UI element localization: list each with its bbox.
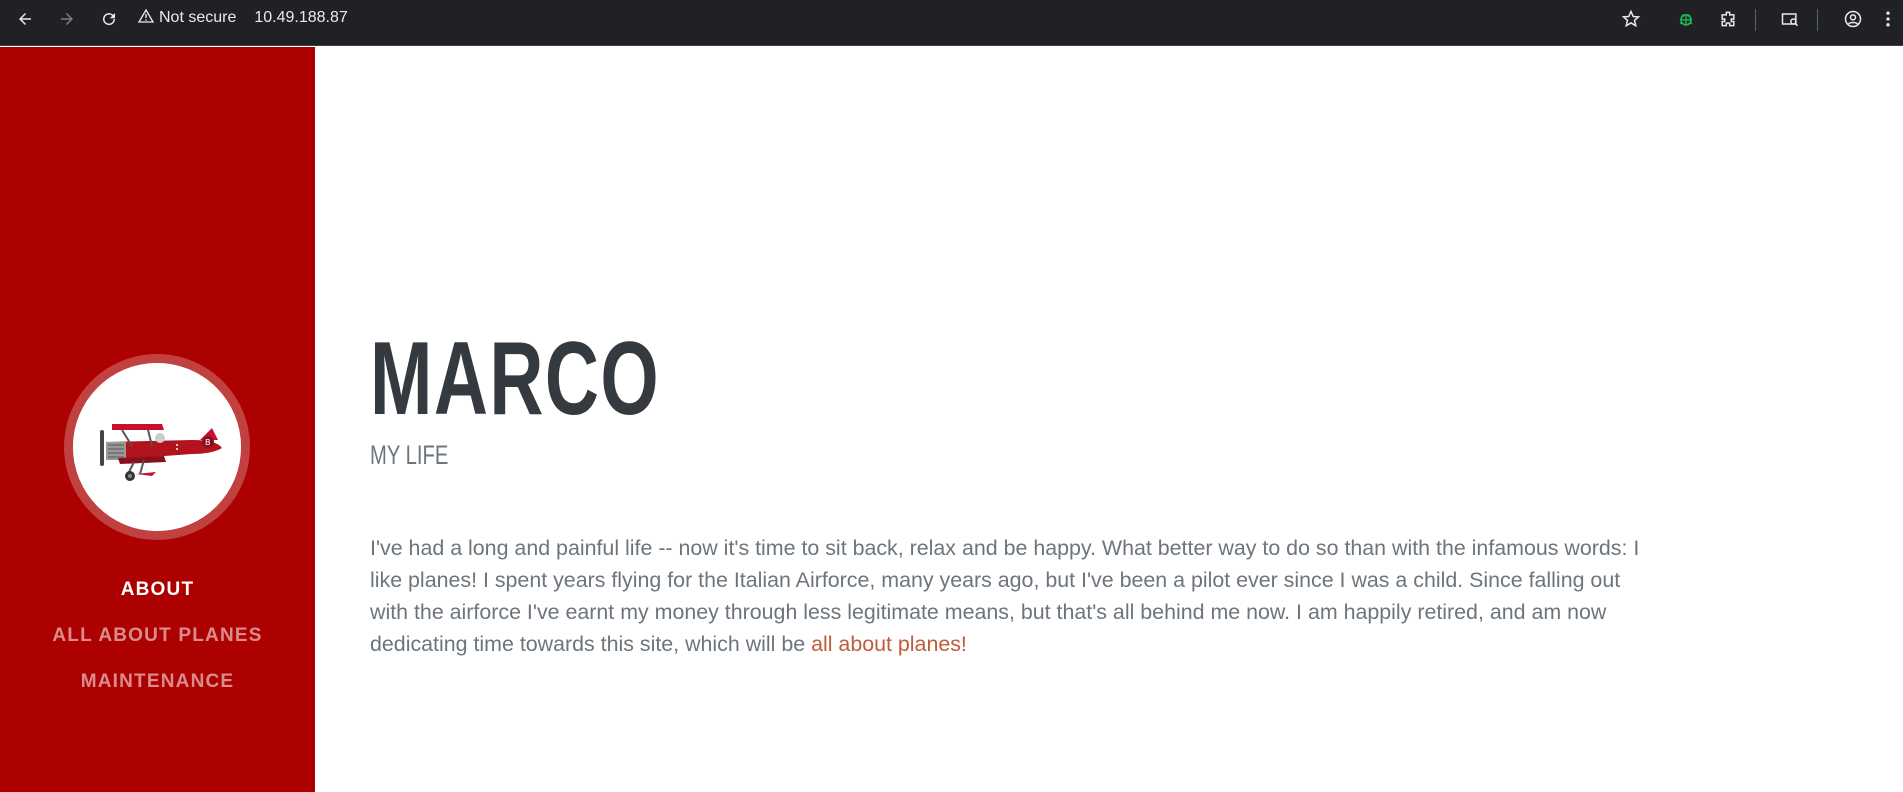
svg-text:B: B: [205, 438, 211, 447]
nav-list: About All About Planes Maintenance: [0, 567, 315, 705]
menu-icon[interactable]: [1876, 7, 1900, 31]
back-icon[interactable]: [13, 7, 37, 31]
star-icon[interactable]: [1619, 7, 1643, 31]
biplane-icon: B: [100, 424, 222, 481]
intro-paragraph: I've had a long and painful life -- now …: [370, 532, 1660, 660]
omnibox[interactable]: Not secure 10.49.188.87: [137, 5, 348, 31]
profile-icon[interactable]: [1841, 7, 1865, 31]
avatar-image: B: [73, 363, 241, 531]
forward-icon[interactable]: [55, 7, 79, 31]
media-search-icon[interactable]: [1778, 7, 1802, 31]
toolbar-divider: [1755, 9, 1756, 31]
security-label: Not secure: [159, 9, 237, 26]
nav-link-about[interactable]: About: [0, 567, 315, 613]
warning-icon: [137, 8, 155, 29]
extension-bug-icon[interactable]: [1674, 7, 1698, 31]
url-text[interactable]: 10.49.188.87: [254, 9, 347, 27]
page-subtitle: MY LIFE: [370, 440, 449, 470]
avatar[interactable]: B: [64, 354, 250, 540]
nav-link-maintenance[interactable]: Maintenance: [0, 659, 315, 705]
browser-toolbar: Not secure 10.49.188.87: [0, 0, 1903, 46]
extensions-icon[interactable]: [1716, 7, 1740, 31]
security-chip[interactable]: Not secure: [137, 5, 246, 31]
nav-link-all-about-planes[interactable]: All About Planes: [0, 613, 315, 659]
main-content: MARCO MY LIFE I've had a long and painfu…: [315, 47, 1903, 792]
sidebar: B About All About Planes Maintenance: [0, 47, 315, 792]
reload-icon[interactable]: [97, 7, 121, 31]
all-about-planes-link[interactable]: all about planes!: [811, 632, 967, 656]
toolbar-divider: [1817, 9, 1818, 31]
intro-text: I've had a long and painful life -- now …: [370, 536, 1640, 656]
page-title: MARCO: [370, 321, 661, 437]
